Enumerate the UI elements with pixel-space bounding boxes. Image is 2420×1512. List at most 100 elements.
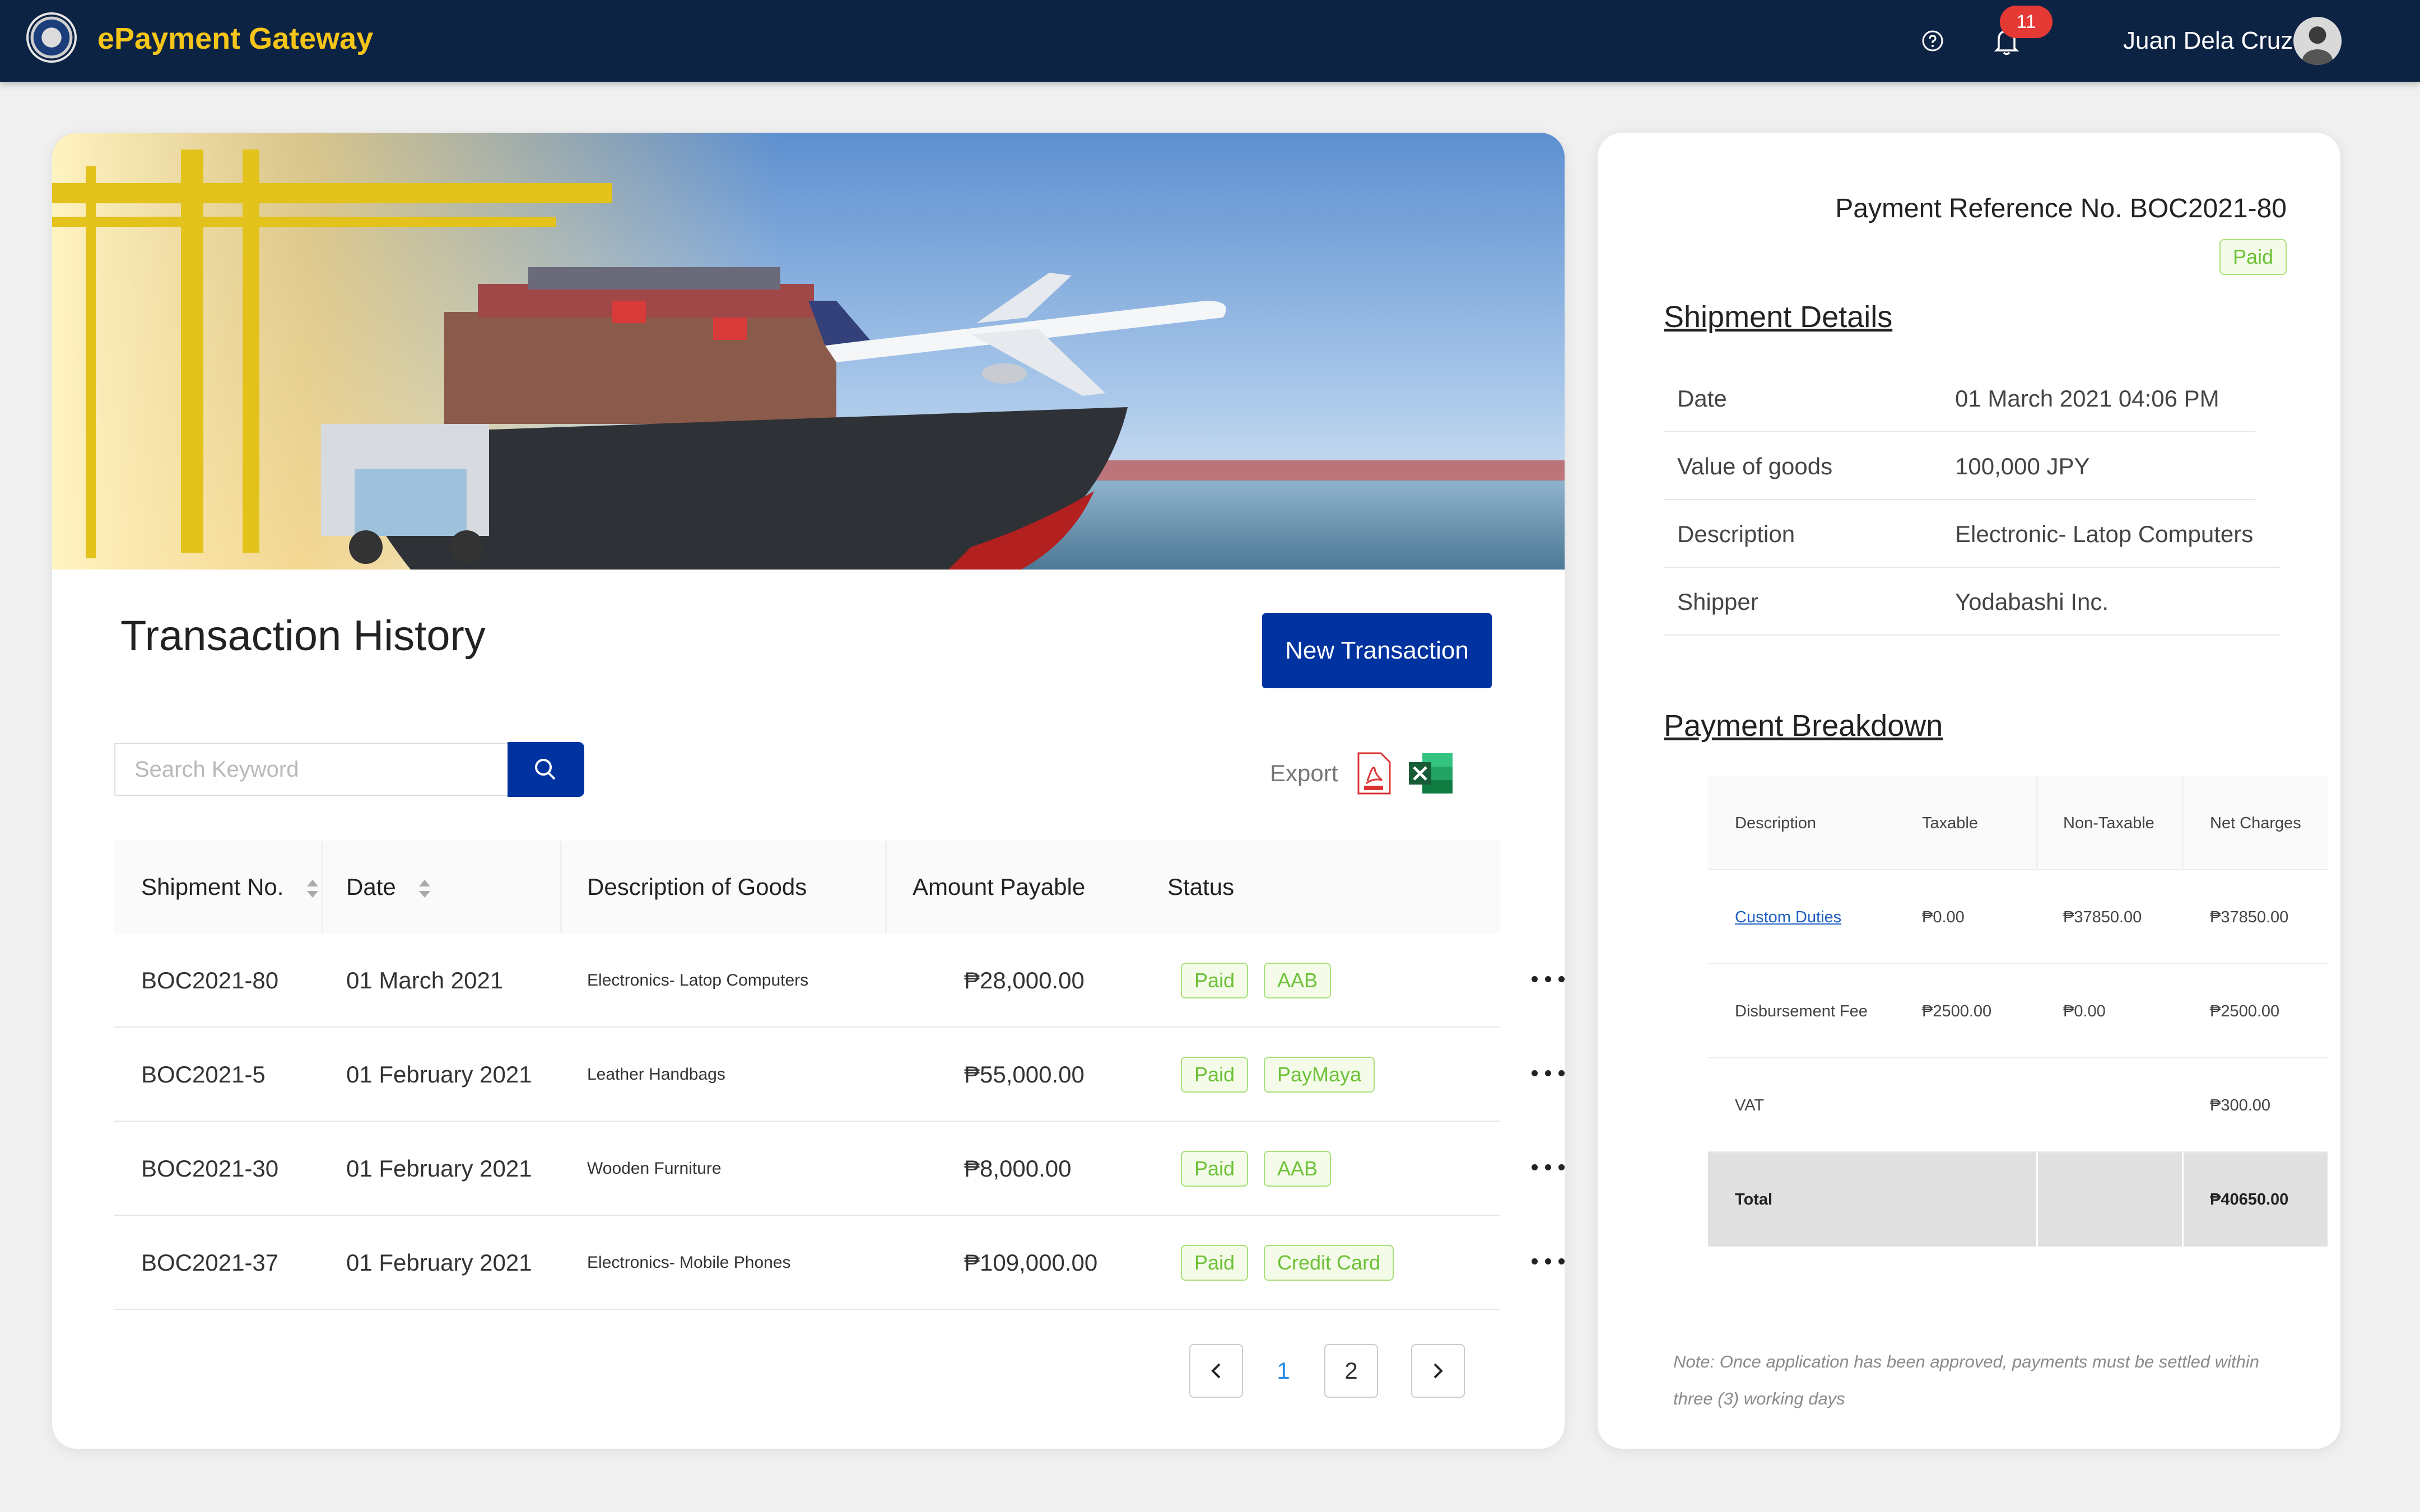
transactions-table-header: Shipment No. Date Description of Goods A… xyxy=(114,841,1500,934)
shipment-no: BOC2021-37 xyxy=(141,1249,279,1276)
breakdown-total-row: Total ₱40650.00 xyxy=(1708,1152,2328,1247)
column-divider xyxy=(2036,776,2038,870)
detail-value: Electronic- Latop Computers xyxy=(1955,521,2254,547)
detail-label: Description xyxy=(1677,521,1795,547)
more-actions-icon[interactable] xyxy=(1532,1162,1565,1173)
payment-reference: Payment Reference No. BOC2021-80 xyxy=(1835,194,2287,223)
logistics-hero-image xyxy=(52,133,1565,570)
custom-duties-link[interactable]: Custom Duties xyxy=(1735,870,1841,964)
transaction-date: 01 March 2021 xyxy=(346,967,504,993)
net-charge: ₱37850.00 xyxy=(2210,908,2289,926)
net-charge: ₱2500.00 xyxy=(2210,1002,2280,1020)
more-actions-icon[interactable] xyxy=(1532,974,1565,985)
help-icon[interactable] xyxy=(1921,30,1944,52)
column-divider xyxy=(322,841,323,934)
pagination-prev-button[interactable] xyxy=(1189,1344,1243,1398)
total-net-charge: ₱40650.00 xyxy=(2210,1191,2289,1208)
export-excel-icon[interactable] xyxy=(1407,752,1454,795)
detail-value: 01 March 2021 04:06 PM xyxy=(1955,385,2219,412)
detail-label: Date xyxy=(1677,385,1727,412)
breakdown-row: Custom Duties ₱0.00 ₱37850.00 ₱37850.00 xyxy=(1708,870,2328,964)
column-divider xyxy=(2036,1152,2038,1247)
export-label: Export xyxy=(1270,760,1338,786)
detail-row: Description Electronic- Latop Computers xyxy=(1664,500,2280,568)
column-header-description: Description xyxy=(1735,814,1817,832)
payment-method-badge: AAB xyxy=(1264,963,1332,998)
search-icon xyxy=(535,759,556,780)
breakdown-header-row: Description Taxable Non-Taxable Net Char… xyxy=(1708,776,2328,870)
payment-method-badge: Credit Card xyxy=(1264,1245,1394,1281)
payment-status-badge: Paid xyxy=(2219,239,2287,275)
payment-method-badge: PayMaya xyxy=(1264,1057,1375,1093)
amount-payable: ₱28,000.00 xyxy=(964,967,1085,993)
shipment-no: BOC2021-5 xyxy=(141,1061,266,1088)
goods-description: Electronics- Latop Computers xyxy=(587,971,809,990)
total-label: Total xyxy=(1735,1191,1773,1208)
sort-icon[interactable] xyxy=(418,878,431,900)
detail-label: Value of goods xyxy=(1677,453,1833,479)
detail-label: Shipper xyxy=(1677,589,1758,615)
amount-payable: ₱109,000.00 xyxy=(964,1249,1098,1276)
pagination-page-1[interactable]: 1 xyxy=(1256,1344,1310,1398)
settlement-note: Note: Once application has been approved… xyxy=(1673,1352,2260,1408)
payment-breakdown-title: Payment Breakdown xyxy=(1664,709,1943,743)
charge-description: Disbursement Fee xyxy=(1735,1002,1868,1020)
shipment-no: BOC2021-80 xyxy=(141,967,279,993)
goods-description: Leather Handbags xyxy=(587,1065,725,1084)
detail-row: Value of goods 100,000 JPY xyxy=(1664,432,2255,500)
amount-payable: ₱8,000.00 xyxy=(964,1155,1072,1182)
more-actions-icon[interactable] xyxy=(1532,1256,1565,1267)
transaction-date: 01 February 2021 xyxy=(346,1061,532,1088)
detail-row: Date 01 March 2021 04:06 PM xyxy=(1664,365,2255,432)
charge-description: VAT xyxy=(1735,1096,1765,1114)
user-name[interactable]: Juan Dela Cruz xyxy=(2123,27,2293,55)
column-header-net-charges: Net Charges xyxy=(2210,814,2301,832)
table-row[interactable]: BOC2021-80 01 March 2021 Electronics- La… xyxy=(114,934,1565,1028)
transaction-date: 01 February 2021 xyxy=(346,1249,532,1276)
transaction-date: 01 February 2021 xyxy=(346,1155,532,1182)
taxable-amount: ₱2500.00 xyxy=(1922,1002,1992,1020)
payment-method-badge: AAB xyxy=(1264,1151,1332,1187)
breakdown-row: Disbursement Fee ₱2500.00 ₱0.00 ₱2500.00 xyxy=(1708,964,2328,1058)
payment-details-card: Payment Reference No. BOC2021-80 Paid Sh… xyxy=(1598,133,2340,1449)
amount-payable: ₱55,000.00 xyxy=(964,1061,1085,1088)
user-avatar[interactable] xyxy=(2293,17,2342,65)
column-divider xyxy=(2182,1152,2184,1247)
goods-description: Wooden Furniture xyxy=(587,1159,722,1178)
payment-breakdown-table: Description Taxable Non-Taxable Net Char… xyxy=(1708,776,2328,1247)
column-divider xyxy=(560,841,562,934)
status-badge: Paid xyxy=(1181,963,1249,998)
chevron-left-icon xyxy=(1211,1363,1221,1379)
table-row[interactable]: BOC2021-37 01 February 2021 Electronics-… xyxy=(114,1216,1565,1310)
more-actions-icon[interactable] xyxy=(1532,1068,1565,1079)
export-pdf-icon[interactable] xyxy=(1356,752,1391,795)
agency-seal-logo[interactable] xyxy=(26,12,77,63)
app-title: ePayment Gateway xyxy=(97,22,374,55)
table-row[interactable]: BOC2021-30 01 February 2021 Wooden Furni… xyxy=(114,1122,1565,1216)
pagination-next-button[interactable] xyxy=(1411,1344,1465,1398)
table-row[interactable]: BOC2021-5 01 February 2021 Leather Handb… xyxy=(114,1028,1565,1122)
transaction-history-card: Transaction History New Transaction Expo… xyxy=(52,133,1565,1449)
status-badge: Paid xyxy=(1181,1245,1249,1281)
shipment-no: BOC2021-30 xyxy=(141,1155,279,1182)
goods-description: Electronics- Mobile Phones xyxy=(587,1253,791,1272)
sort-icon[interactable] xyxy=(306,878,319,900)
shipment-details-title: Shipment Details xyxy=(1664,300,1893,334)
non-taxable-amount: ₱0.00 xyxy=(2063,1002,2106,1020)
column-divider xyxy=(885,841,887,934)
column-header-non-taxable: Non-Taxable xyxy=(2063,814,2154,832)
taxable-amount: ₱0.00 xyxy=(1922,908,1965,926)
column-header-shipment-no[interactable]: Shipment No. xyxy=(141,841,319,934)
notification-count-badge: 11 xyxy=(2000,6,2053,38)
search-button[interactable] xyxy=(508,742,584,797)
pagination-page-2[interactable]: 2 xyxy=(1324,1344,1378,1398)
column-header-taxable: Taxable xyxy=(1922,814,1978,832)
column-header-description: Description of Goods xyxy=(587,874,807,900)
new-transaction-button[interactable]: New Transaction xyxy=(1262,613,1492,688)
status-badge: Paid xyxy=(1181,1151,1249,1187)
page-title: Transaction History xyxy=(120,612,486,660)
search-input[interactable] xyxy=(114,743,508,796)
net-charge: ₱300.00 xyxy=(2210,1096,2271,1114)
detail-value: Yodabashi Inc. xyxy=(1955,589,2109,615)
column-header-date[interactable]: Date xyxy=(346,841,431,934)
